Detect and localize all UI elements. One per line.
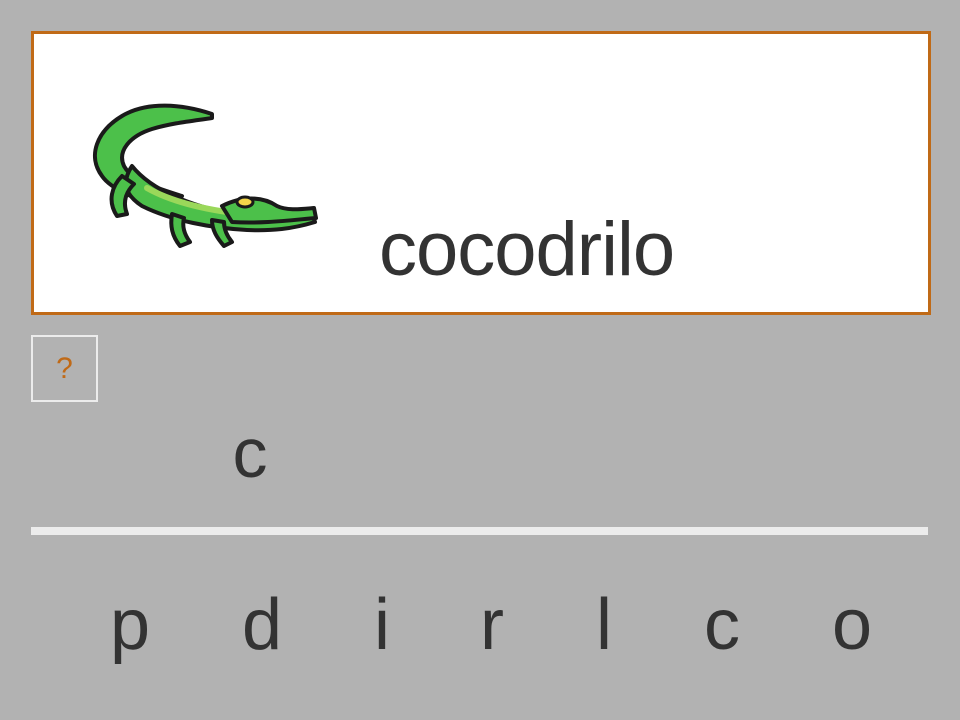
crocodile-icon (72, 96, 322, 256)
target-word: cocodrilo (379, 207, 675, 292)
word-card: cocodrilo (31, 31, 931, 315)
divider (31, 527, 928, 535)
letter-tile-l[interactable]: l (574, 585, 634, 665)
letter-tile-p[interactable]: p (100, 585, 160, 665)
answer-letter: c (232, 414, 268, 492)
letter-tile-d[interactable]: d (232, 585, 292, 665)
letter-tile-i[interactable]: i (352, 585, 412, 665)
letter-tile-c[interactable]: c (692, 585, 752, 665)
letter-tile-o[interactable]: o (822, 585, 882, 665)
hint-button[interactable]: ? (31, 335, 98, 402)
letter-tile-r[interactable]: r (462, 585, 522, 665)
